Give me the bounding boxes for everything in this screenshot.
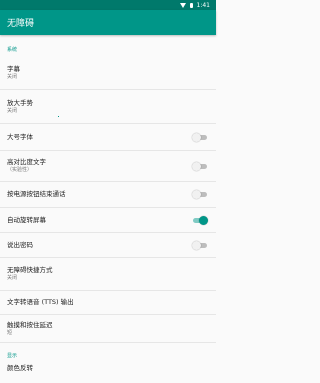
setting-tts-output[interactable]: 文字转语音 (TTS) 输出: [0, 291, 216, 315]
setting-subtitle: （实验性）: [7, 167, 33, 173]
large-text-switch[interactable]: [192, 132, 207, 142]
setting-subtitle: 关闭: [7, 275, 18, 281]
setting-title: 颜色反转: [7, 364, 33, 372]
setting-title: 大号字体: [7, 132, 33, 141]
setting-title: 触摸和按住延迟: [7, 320, 53, 329]
setting-color-inversion[interactable]: 颜色反转: [0, 361, 216, 381]
status-bar: 1:41: [0, 0, 216, 10]
switch-thumb: [192, 240, 201, 250]
settings-list: 系统 字幕 关闭 放大手势 关闭 大号字体 高对比度文字 （实验性） 按电源按钮…: [0, 35, 216, 381]
setting-touch-hold-delay[interactable]: 触摸和按住延迟 短: [0, 315, 216, 343]
setting-title: 文字转语音 (TTS) 输出: [7, 298, 74, 306]
power-ends-call-switch[interactable]: [192, 190, 207, 199]
touch-ripple-dot: [58, 116, 59, 117]
wifi-icon: [179, 2, 186, 8]
setting-magnification[interactable]: 放大手势 关闭: [0, 90, 216, 124]
setting-title: 按电源按钮结束通话: [7, 190, 66, 198]
battery-icon: [189, 2, 193, 8]
speak-passwords-switch[interactable]: [192, 240, 207, 250]
status-time: 1:41: [196, 1, 210, 9]
section-header-system: 系统: [7, 47, 18, 53]
setting-captions[interactable]: 字幕 关闭: [0, 56, 216, 90]
switch-thumb: [199, 215, 208, 225]
high-contrast-switch[interactable]: [192, 161, 207, 171]
setting-subtitle: 关闭: [7, 107, 18, 114]
auto-rotate-switch[interactable]: [193, 215, 208, 225]
setting-accessibility-shortcut[interactable]: 无障碍快捷方式 关闭: [0, 258, 216, 291]
setting-power-ends-call[interactable]: 按电源按钮结束通话: [0, 182, 216, 208]
switch-thumb: [192, 161, 201, 171]
switch-thumb: [192, 132, 201, 142]
setting-subtitle: 关闭: [7, 73, 18, 80]
setting-subtitle: 短: [7, 329, 13, 336]
setting-speak-passwords[interactable]: 说出密码: [0, 233, 216, 258]
setting-title: 放大手势: [7, 98, 33, 107]
setting-title: 无障碍快捷方式: [7, 266, 53, 274]
setting-title: 说出密码: [7, 240, 33, 249]
setting-auto-rotate[interactable]: 自动旋转屏幕: [0, 208, 216, 233]
page-title: 无障碍: [7, 19, 35, 29]
setting-title: 高对比度文字: [7, 158, 46, 166]
setting-title: 自动旋转屏幕: [7, 215, 46, 224]
section-header-display: 显示: [7, 353, 18, 359]
app-bar: 无障碍: [0, 10, 216, 35]
setting-high-contrast[interactable]: 高对比度文字 （实验性）: [0, 151, 216, 182]
setting-large-text[interactable]: 大号字体: [0, 124, 216, 151]
setting-title: 字幕: [7, 64, 20, 73]
switch-thumb: [192, 190, 201, 199]
